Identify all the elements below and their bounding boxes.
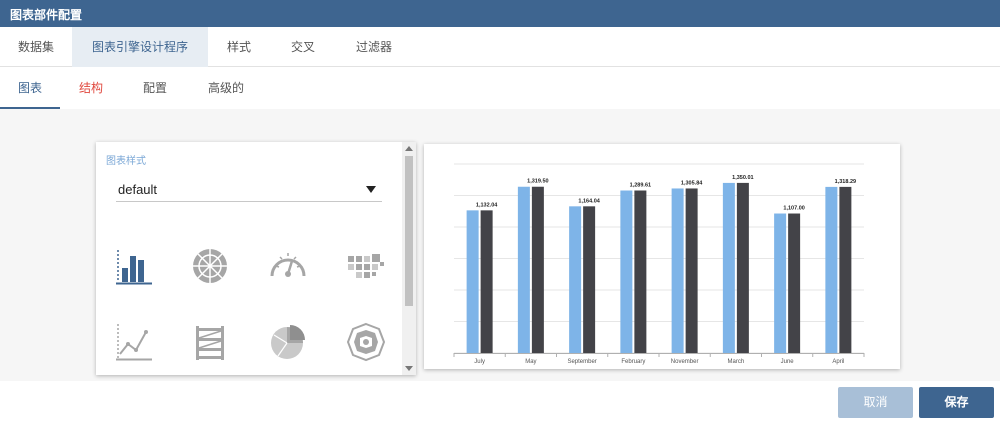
chart-bar[interactable]: [825, 186, 838, 353]
chart-bar[interactable]: [736, 182, 749, 353]
chart-style-panel: 图表样式 default: [96, 142, 416, 375]
data-label: 1,305.84: [681, 180, 703, 186]
chart-bar[interactable]: [531, 186, 544, 353]
chart-style-label: 图表样式: [106, 156, 146, 167]
data-label: 1,350.01: [732, 175, 753, 181]
stacked-bar-icon[interactable]: [188, 320, 232, 364]
sub-tab-bar: 图表 结构 配置 高级的: [0, 67, 1000, 109]
data-label: 1,107.00: [783, 206, 804, 212]
chart-bar[interactable]: [517, 186, 530, 353]
chart-preview-panel: 1,132.04 July 1,319.50 May 1,164.04 September…: [424, 144, 900, 369]
chart-bar[interactable]: [569, 206, 582, 353]
data-label: 1,164.04: [578, 198, 600, 204]
tab-chart-engine-designer[interactable]: 图表引擎设计程序: [72, 27, 208, 67]
x-tick-label: April: [832, 359, 844, 365]
line-chart-icon[interactable]: [112, 320, 156, 364]
chart-bar[interactable]: [620, 190, 633, 353]
chart-bar[interactable]: [466, 210, 479, 353]
x-tick-label: February: [621, 359, 645, 365]
dropdown-caret-icon: [366, 186, 376, 193]
x-tick-label: May: [525, 359, 536, 365]
chart-bar[interactable]: [480, 210, 493, 353]
title-bar: 图表部件配置: [0, 0, 1000, 27]
rose-chart-icon[interactable]: [344, 320, 388, 364]
x-tick-label: March: [728, 359, 745, 365]
x-tick-label: July: [474, 359, 485, 365]
tab-filter[interactable]: 过滤器: [346, 27, 402, 67]
subtab-advanced[interactable]: 高级的: [198, 67, 254, 109]
bar-chart-icon[interactable]: [112, 244, 156, 288]
main-tab-bar: 数据集 图表引擎设计程序 样式 交叉 过滤器: [0, 27, 1000, 67]
heatmap-icon[interactable]: [344, 244, 388, 288]
pie-chart-icon[interactable]: [266, 320, 310, 364]
x-tick-label: September: [567, 359, 596, 365]
gauge-icon[interactable]: [266, 244, 310, 288]
chart-bar[interactable]: [788, 213, 801, 353]
radar-chart-icon[interactable]: [188, 244, 232, 288]
chart-bar[interactable]: [722, 182, 735, 353]
chart-style-select[interactable]: default: [116, 178, 382, 202]
x-tick-label: June: [781, 359, 795, 365]
tab-style[interactable]: 样式: [214, 27, 264, 67]
subtab-chart[interactable]: 图表: [0, 67, 60, 109]
save-button[interactable]: 保存: [919, 387, 994, 418]
data-label: 1,319.50: [527, 179, 548, 185]
chart-bar[interactable]: [774, 213, 787, 353]
data-label: 1,318.29: [835, 179, 856, 185]
scroll-down-icon[interactable]: [405, 366, 413, 371]
data-label: 1,289.61: [630, 183, 651, 189]
chart-style-value: default: [118, 182, 158, 197]
x-tick-label: November: [671, 359, 699, 365]
panel-scrollbar[interactable]: [402, 142, 416, 375]
scroll-up-icon[interactable]: [405, 146, 413, 151]
tab-dataset[interactable]: 数据集: [0, 27, 72, 67]
subtab-chart-label: 图表: [17, 81, 42, 95]
subtab-config[interactable]: 配置: [130, 67, 180, 109]
cancel-button[interactable]: 取消: [838, 387, 913, 418]
subtab-structure[interactable]: 结构: [66, 67, 116, 109]
window-title: 图表部件配置: [10, 8, 83, 22]
data-label: 1,132.04: [476, 202, 498, 208]
chart-bar[interactable]: [583, 206, 596, 353]
scrollbar-thumb[interactable]: [405, 156, 413, 306]
tab-cross[interactable]: 交叉: [278, 27, 328, 67]
bar-chart: 1,132.04 July 1,319.50 May 1,164.04 September…: [453, 163, 865, 365]
chart-bar[interactable]: [671, 188, 684, 353]
chart-bar[interactable]: [839, 186, 852, 353]
chart-bar[interactable]: [685, 188, 698, 353]
chart-bar[interactable]: [634, 190, 647, 353]
